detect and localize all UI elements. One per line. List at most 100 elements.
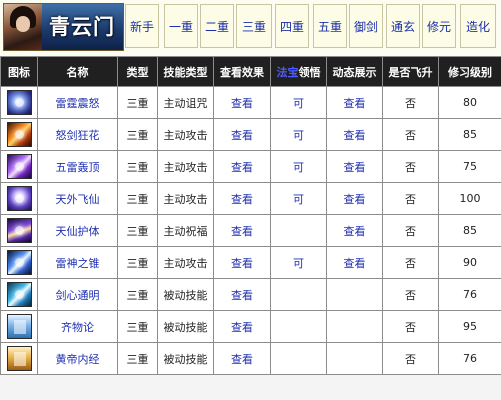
character-portrait-icon: [4, 4, 42, 50]
ascend-value: 否: [382, 182, 439, 215]
tab-tier-2[interactable]: 二重: [200, 4, 234, 48]
level-value: 75: [438, 150, 501, 183]
view-effect-link[interactable]: 查看: [213, 150, 271, 183]
view-animation-link[interactable]: 查看: [326, 86, 383, 119]
table-row: 黄帝内经 三重 被动技能 查看 否 76: [0, 342, 501, 375]
view-effect-link[interactable]: 查看: [213, 118, 271, 151]
level-value: 85: [438, 118, 501, 151]
ascend-value: 否: [382, 118, 439, 151]
sword-icon[interactable]: [6, 122, 32, 147]
table-row: 天外飞仙 三重 主动攻击 查看 可 查看 否 100: [0, 182, 501, 215]
ascend-value: 否: [382, 86, 439, 119]
thunder-icon[interactable]: [6, 90, 32, 115]
tab-tongxuan[interactable]: 通玄: [386, 4, 420, 48]
comprehend-value[interactable]: 可: [270, 150, 327, 183]
comprehend-value[interactable]: 可: [270, 246, 327, 279]
skill-name[interactable]: 怒剑狂花: [37, 118, 118, 151]
view-effect-link[interactable]: 查看: [213, 214, 271, 247]
comprehend-value[interactable]: 可: [270, 86, 327, 119]
skill-name[interactable]: 天仙护体: [37, 214, 118, 247]
view-animation-link: [326, 342, 383, 375]
table-header-row: 图标 名称 类型 技能类型 查看效果 法宝领悟 动态展示 是否飞升 修习级别: [0, 56, 501, 87]
view-animation-link[interactable]: 查看: [326, 182, 383, 215]
header-type: 类型: [117, 56, 158, 87]
view-effect-link[interactable]: 查看: [213, 342, 271, 375]
view-animation-link[interactable]: 查看: [326, 118, 383, 151]
scroll-icon[interactable]: [6, 346, 32, 371]
table-row: 剑心通明 三重 被动技能 查看 否 76: [0, 278, 501, 311]
header-animation: 动态展示: [326, 56, 383, 87]
tab-tier-4[interactable]: 四重: [275, 4, 309, 48]
icon-cell: [0, 310, 38, 343]
skill-name[interactable]: 黄帝内经: [37, 342, 118, 375]
comprehend-value: [270, 214, 327, 247]
skill-type: 主动攻击: [157, 246, 214, 279]
view-animation-link[interactable]: 查看: [326, 246, 383, 279]
thunder-spear-icon[interactable]: [6, 250, 32, 275]
icon-cell: [0, 150, 38, 183]
skill-page: 青云门 新手 一重 二重 三重 四重 五重 御剑 通玄 修元 造化 图标 名称: [0, 0, 501, 400]
ascend-value: 否: [382, 150, 439, 183]
tab-sword-flight[interactable]: 御剑: [349, 4, 383, 48]
comprehend-value: [270, 342, 327, 375]
lightning-icon[interactable]: [6, 154, 32, 179]
sect-banner: 青云门: [3, 3, 124, 51]
skill-name[interactable]: 剑心通明: [37, 278, 118, 311]
tab-tier-1[interactable]: 一重: [164, 4, 198, 48]
skill-name[interactable]: 五雷轰顶: [37, 150, 118, 183]
header-skill-type: 技能类型: [157, 56, 214, 87]
view-effect-link[interactable]: 查看: [213, 246, 271, 279]
skill-table: 图标 名称 类型 技能类型 查看效果 法宝领悟 动态展示 是否飞升 修习级别 雷…: [0, 56, 501, 375]
skill-name[interactable]: 天外飞仙: [37, 182, 118, 215]
skill-name[interactable]: 雷神之锥: [37, 246, 118, 279]
comprehend-value[interactable]: 可: [270, 182, 327, 215]
view-animation-link[interactable]: 查看: [326, 150, 383, 183]
header-level: 修习级别: [438, 56, 501, 87]
icon-cell: [0, 118, 38, 151]
tab-novice[interactable]: 新手: [125, 4, 159, 48]
book-icon[interactable]: [6, 314, 32, 339]
skill-tier: 三重: [117, 342, 158, 375]
tab-bar: 青云门 新手 一重 二重 三重 四重 五重 御剑 通玄 修元 造化: [0, 0, 501, 56]
guardian-icon[interactable]: [6, 218, 32, 243]
tab-xiuyuan[interactable]: 修元: [422, 4, 456, 48]
ascend-value: 否: [382, 310, 439, 343]
flying-immortal-icon[interactable]: [6, 186, 32, 211]
skill-tier: 三重: [117, 118, 158, 151]
header-ascend: 是否飞升: [382, 56, 439, 87]
view-effect-link[interactable]: 查看: [213, 278, 271, 311]
ascend-value: 否: [382, 342, 439, 375]
view-effect-link[interactable]: 查看: [213, 310, 271, 343]
tab-zaohua[interactable]: 造化: [460, 4, 496, 48]
header-comprehend-suffix: 领悟: [298, 65, 321, 79]
table-row: 怒剑狂花 三重 主动攻击 查看 可 查看 否 85: [0, 118, 501, 151]
skill-tier: 三重: [117, 150, 158, 183]
sect-title: 青云门: [49, 14, 115, 39]
skill-tier: 三重: [117, 214, 158, 247]
view-animation-link[interactable]: 查看: [326, 214, 383, 247]
table-row: 五雷轰顶 三重 主动攻击 查看 可 查看 否 75: [0, 150, 501, 183]
header-icon: 图标: [0, 56, 38, 87]
view-effect-link[interactable]: 查看: [213, 182, 271, 215]
skill-name[interactable]: 齐物论: [37, 310, 118, 343]
ascend-value: 否: [382, 246, 439, 279]
tab-tier-3[interactable]: 三重: [236, 4, 272, 48]
skill-type: 主动诅咒: [157, 86, 214, 119]
skill-tier: 三重: [117, 86, 158, 119]
view-animation-link: [326, 278, 383, 311]
skill-tier: 三重: [117, 182, 158, 215]
skill-type: 主动攻击: [157, 182, 214, 215]
comprehend-value: [270, 278, 327, 311]
mind-sword-icon[interactable]: [6, 282, 32, 307]
skill-type: 被动技能: [157, 278, 214, 311]
skill-type: 被动技能: [157, 342, 214, 375]
skill-name[interactable]: 雷霆震怒: [37, 86, 118, 119]
comprehend-value[interactable]: 可: [270, 118, 327, 151]
level-value: 85: [438, 214, 501, 247]
view-effect-link[interactable]: 查看: [213, 86, 271, 119]
ascend-value: 否: [382, 214, 439, 247]
tab-tier-5[interactable]: 五重: [313, 4, 347, 48]
table-row: 齐物论 三重 被动技能 查看 否 95: [0, 310, 501, 343]
level-value: 80: [438, 86, 501, 119]
table-row: 天仙护体 三重 主动祝福 查看 查看 否 85: [0, 214, 501, 247]
